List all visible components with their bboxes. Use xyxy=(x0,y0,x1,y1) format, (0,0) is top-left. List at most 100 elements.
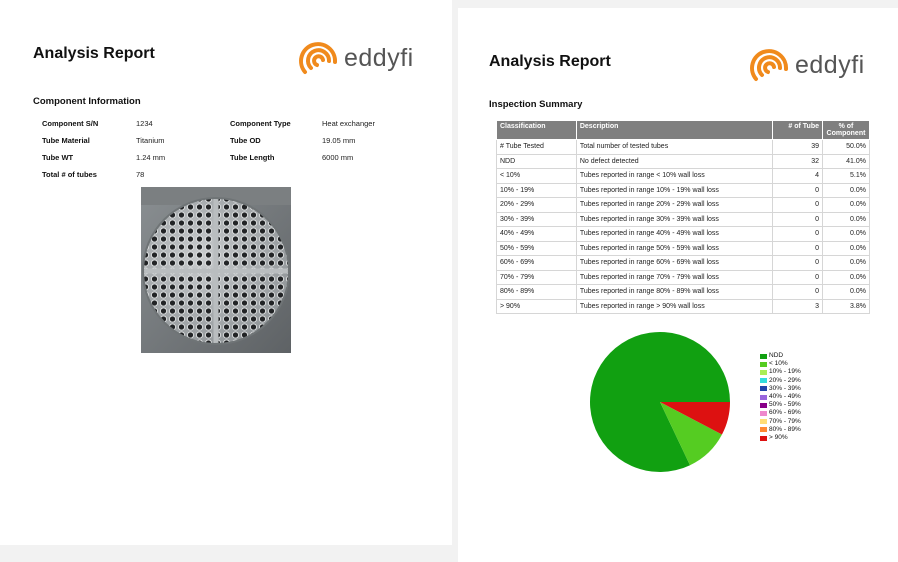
field-label: Tube WT xyxy=(42,153,74,162)
table-row: < 10% Tubes reported in range < 10% wall … xyxy=(496,168,871,184)
field-value: 19.05 mm xyxy=(322,136,356,145)
percent-cell: 0.0% xyxy=(821,197,871,213)
legend-swatch xyxy=(760,394,767,400)
table-row: NDD No defect detected 32 41.0% xyxy=(496,153,871,169)
classification-cell: 20% - 29% xyxy=(496,197,577,213)
field-label: Tube Material xyxy=(42,136,90,145)
tube-count-cell: 32 xyxy=(772,153,823,169)
classification-cell: 80% - 89% xyxy=(496,284,577,300)
table-row: 70% - 79% Tubes reported in range 70% - 7… xyxy=(496,269,871,285)
section-title: Inspection Summary xyxy=(489,99,583,110)
field-value: 78 xyxy=(136,170,145,179)
eddyfi-logo: eddyfi xyxy=(296,36,414,80)
table-row: # Tube Tested Total number of tested tube… xyxy=(496,139,871,155)
table-row: 60% - 69% Tubes reported in range 60% - 6… xyxy=(496,255,871,271)
legend-item: 30% - 39% xyxy=(760,385,801,393)
percent-cell: 0.0% xyxy=(821,284,871,300)
table-body: # Tube Tested Total number of tested tube… xyxy=(496,139,871,314)
tube-count-cell: 0 xyxy=(772,269,823,285)
field-label: Total # of tubes xyxy=(42,170,97,179)
legend-swatch xyxy=(760,427,767,433)
field-value: Heat exchanger xyxy=(322,119,375,128)
legend-label: 20% - 29% xyxy=(769,376,801,384)
legend-item: < 10% xyxy=(760,360,801,368)
percent-cell: 41.0% xyxy=(821,153,871,169)
legend-item: 60% - 69% xyxy=(760,409,801,417)
field-value: Titanium xyxy=(136,136,165,145)
percent-cell: 0.0% xyxy=(821,182,871,198)
eddyfi-logo-icon xyxy=(750,49,789,81)
tube-count-cell: 0 xyxy=(772,226,823,242)
tube-count-cell: 0 xyxy=(772,284,823,300)
tube-count-cell: 0 xyxy=(772,255,823,271)
page-title: Analysis Report xyxy=(489,53,611,70)
table-header-row: Classification Description # of Tube % o… xyxy=(496,120,871,140)
percent-cell: 5.1% xyxy=(821,168,871,184)
field-value: 1.24 mm xyxy=(136,153,166,162)
classification-cell: 30% - 39% xyxy=(496,211,577,227)
table-row: 40% - 49% Tubes reported in range 40% - 4… xyxy=(496,226,871,242)
legend-label: 40% - 49% xyxy=(769,393,801,401)
legend-label: < 10% xyxy=(769,360,788,368)
tube-count-cell: 3 xyxy=(772,298,823,314)
tube-count-cell: 4 xyxy=(772,168,823,184)
description-cell: Tubes reported in range 60% - 69% wall l… xyxy=(575,255,774,271)
column-header: Description xyxy=(575,120,774,140)
legend-item: 20% - 29% xyxy=(760,377,801,385)
description-cell: Tubes reported in range > 90% wall loss xyxy=(575,298,774,314)
legend-label: 60% - 69% xyxy=(769,409,801,417)
field-value: 6000 mm xyxy=(322,153,354,162)
percent-cell: 0.0% xyxy=(821,226,871,242)
legend-swatch xyxy=(760,353,767,359)
classification-cell: < 10% xyxy=(496,168,577,184)
legend-label: 70% - 79% xyxy=(769,417,801,425)
classification-cell: # Tube Tested xyxy=(496,139,577,155)
percent-cell: 0.0% xyxy=(821,269,871,285)
table-row: 80% - 89% Tubes reported in range 80% - 8… xyxy=(496,284,871,300)
logo-text: eddyfi xyxy=(795,50,865,79)
legend-swatch xyxy=(760,419,767,425)
legend-label: NDD xyxy=(769,352,784,359)
legend-swatch xyxy=(760,378,767,384)
percent-cell: 3.8% xyxy=(821,298,871,314)
table-row: 10% - 19% Tubes reported in range 10% - 1… xyxy=(496,182,871,198)
field-value: 1234 xyxy=(136,119,153,128)
wall-loss-pie-chart xyxy=(590,332,730,472)
table-row: > 90% Tubes reported in range > 90% wall … xyxy=(496,298,871,314)
legend-swatch xyxy=(760,411,767,417)
tube-count-cell: 0 xyxy=(772,211,823,227)
legend-swatch xyxy=(760,370,767,375)
description-cell: Tubes reported in range 70% - 79% wall l… xyxy=(575,269,774,285)
section-title: Component Information xyxy=(33,96,141,107)
description-cell: Tubes reported in range 80% - 89% wall l… xyxy=(575,284,774,300)
table-row: 30% - 39% Tubes reported in range 30% - 3… xyxy=(496,211,871,227)
field-label: Component S/N xyxy=(42,119,99,128)
percent-cell: 0.0% xyxy=(821,240,871,256)
description-cell: Tubes reported in range 50% - 59% wall l… xyxy=(575,240,774,256)
logo-text: eddyfi xyxy=(344,43,414,72)
inspection-summary-table: Classification Description # of Tube % o… xyxy=(496,120,871,314)
description-cell: Tubes reported in range 30% - 39% wall l… xyxy=(575,211,774,227)
tube-count-cell: 0 xyxy=(772,240,823,256)
classification-cell: 70% - 79% xyxy=(496,269,577,285)
legend-item: > 90% xyxy=(760,434,801,442)
legend-item: 70% - 79% xyxy=(760,418,801,426)
description-cell: Tubes reported in range 20% - 29% wall l… xyxy=(575,197,774,213)
column-header: # of Tube xyxy=(772,120,823,140)
field-label: Tube Length xyxy=(230,153,275,162)
legend-label: 30% - 39% xyxy=(769,384,801,392)
legend-item: 10% - 19% xyxy=(760,368,801,376)
classification-cell: 10% - 19% xyxy=(496,182,577,198)
field-label: Component Type xyxy=(230,119,291,128)
column-header: % of Component xyxy=(821,120,871,140)
percent-cell: 0.0% xyxy=(821,255,871,271)
legend-swatch xyxy=(760,435,767,441)
legend-item: 80% - 89% xyxy=(760,426,801,434)
table-row: 50% - 59% Tubes reported in range 50% - 5… xyxy=(496,240,871,256)
eddyfi-logo-icon xyxy=(299,42,338,74)
percent-cell: 0.0% xyxy=(821,211,871,227)
description-cell: Tubes reported in range < 10% wall loss xyxy=(575,168,774,184)
percent-cell: 50.0% xyxy=(821,139,871,155)
description-cell: Tubes reported in range 40% - 49% wall l… xyxy=(575,226,774,242)
legend-item: 50% - 59% xyxy=(760,401,801,409)
